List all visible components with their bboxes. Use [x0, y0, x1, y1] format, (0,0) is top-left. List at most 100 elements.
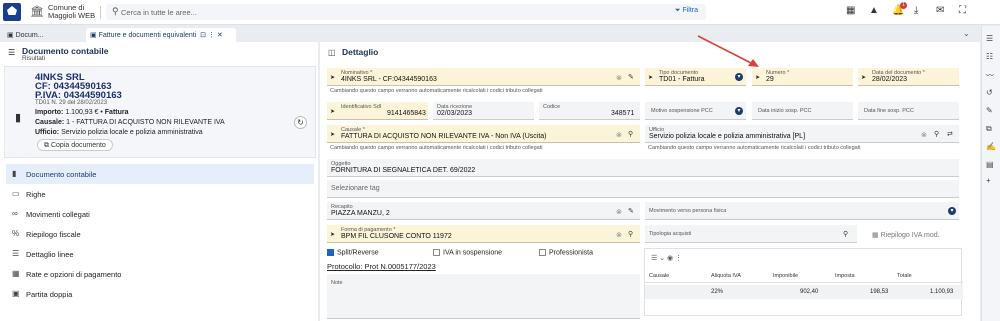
search-icon[interactable]: ⚲ [843, 230, 848, 238]
numero-field[interactable]: ➤ Numero * 29 [752, 68, 853, 86]
field-value: BPM FIL CLUSONE CONTO 11972 [341, 233, 452, 240]
clear-icon[interactable]: ⊗ [921, 131, 927, 139]
menu-item-rate-pagamento[interactable]: ▦ Rate e opzioni di pagamento [6, 264, 314, 284]
data-documento-field[interactable]: ➤ Data del documento * 28/02/2023 [858, 68, 959, 86]
forma-pagamento-field[interactable]: ➤ Forma di pagamento * BPM FIL CLUSONE C… [327, 225, 640, 243]
search-icon[interactable]: ⚲ [628, 230, 633, 238]
rail-pin-icon[interactable]: ✎ [986, 106, 993, 115]
download-icon[interactable]: ⤓ [914, 5, 918, 16]
grid-icon: ▦ [12, 269, 20, 278]
column-header[interactable]: Totale [897, 273, 912, 279]
apps-grid-icon[interactable]: ▦ [846, 5, 855, 16]
eye-icon[interactable]: ◉ [667, 255, 673, 262]
dropdown-icon[interactable]: ▾ [735, 107, 743, 115]
field-label: Identificativo SdI [341, 104, 382, 110]
menu-item-righe[interactable]: ▭ Righe [6, 184, 314, 204]
more-icon[interactable]: ⋮ [208, 32, 215, 39]
nominativo-field[interactable]: ➤ Nominativo * 4INKS SRL - CF:0434459016… [327, 68, 640, 86]
clear-icon[interactable]: ⊗ [616, 131, 622, 139]
rail-copy-icon[interactable]: ⧉ [986, 124, 992, 134]
professionista-checkbox[interactable]: Professionista [539, 249, 593, 256]
edit-icon[interactable]: ✎ [628, 73, 634, 81]
note-textarea[interactable]: Note [327, 274, 640, 319]
notification-badge: 1 [900, 2, 907, 9]
rows-icon: ▭ [12, 189, 20, 198]
split-reverse-checkbox[interactable]: Split/Reverse [327, 249, 379, 256]
chevron-down-icon[interactable]: ⌄ [963, 29, 970, 38]
clear-icon[interactable]: ⊗ [616, 74, 622, 82]
refresh-icon[interactable]: ↻ [294, 116, 307, 129]
clear-icon[interactable]: ⊗ [616, 231, 622, 239]
rail-history-icon[interactable]: ↺ [986, 88, 993, 97]
menu-item-partita-doppia[interactable]: ▣ Partita doppia [6, 284, 314, 304]
field-label: Note [331, 280, 343, 286]
column-header[interactable]: Causale [649, 273, 669, 279]
rail-doc-icon[interactable]: ▤ [986, 160, 994, 169]
supplier-name: 4INKS SRL CF: 04344590163 P.IVA: 0434459… [35, 73, 122, 101]
field-value: PIAZZA MANZU, 2 [331, 210, 390, 217]
checkbox-icon [539, 249, 546, 256]
more-icon[interactable]: ⋮ [675, 255, 682, 262]
sidebar-toggle-icon[interactable]: ◫ [328, 48, 336, 57]
pin-icon[interactable]: ⊡ [200, 32, 206, 39]
tab-bar: ▣ Docum... ▣ Fatture e documenti equival… [0, 26, 1000, 42]
data-fine-sosp-field[interactable]: Data fine sosp. PCC [858, 102, 959, 120]
edit-icon[interactable]: ✎ [628, 207, 634, 215]
rail-list-icon[interactable]: ☰ [986, 34, 993, 43]
menu-item-dettaglio-linee[interactable]: ☰ Dettaglio linee [6, 244, 314, 264]
menu-icon[interactable]: ☰ [8, 48, 15, 57]
clear-icon[interactable]: ⊗ [616, 208, 622, 216]
ufficio-field[interactable]: Ufficio Servizio polizia locale e polizi… [645, 125, 959, 143]
search-icon[interactable]: ⚲ [628, 130, 633, 138]
close-icon[interactable]: ✕ [217, 32, 223, 39]
menu-item-riepilogo-fiscale[interactable]: % Riepilogo fiscale [6, 224, 314, 244]
warning-icon[interactable]: ▲ [869, 5, 879, 16]
amount-line: Importo: 1.100,93 € • Fattura [35, 109, 129, 116]
column-header[interactable]: Imposta [835, 273, 855, 279]
field-value: FATTURA DI ACQUISTO NON RILEVANTE IVA - … [341, 133, 547, 140]
copy-document-button[interactable]: ⧉ Copia documento [37, 139, 113, 151]
tab-fatture[interactable]: ▣ Fatture e documenti equivalenti ⊡ ⋮ ✕ [86, 28, 236, 42]
global-search-input[interactable]: ⚲ Cerca in tutte le aree... ⏷ Filtra [106, 4, 706, 20]
column-header[interactable]: Imponibile [773, 273, 798, 279]
dropdown-icon[interactable]: ▾ [948, 207, 956, 215]
rail-edit-icon[interactable]: ✍ [986, 142, 996, 151]
ufficio-label: Ufficio: [35, 129, 60, 136]
table-row[interactable]: 22% 902,40 198,53 1.100,93 [645, 285, 963, 299]
menu-item-documento-contabile[interactable]: ▮ Documento contabile [6, 164, 314, 184]
arrow-icon: ➤ [755, 75, 761, 81]
detail-title: Dettaglio [342, 47, 379, 57]
comune-logo[interactable] [3, 3, 21, 21]
oggetto-field[interactable]: Oggetto FORNITURA DI SEGNALETICA DET. 69… [327, 159, 959, 177]
tab-documento[interactable]: ▣ Docum... [3, 28, 83, 42]
data-inizio-sosp-field[interactable]: Data inizio sosp. PCC [752, 102, 853, 120]
rail-add-icon[interactable]: + [986, 176, 991, 185]
dropdown-icon[interactable]: ▾ [735, 73, 743, 81]
motivo-sospensione-field[interactable]: Motivo sospensione PCC ▾ [645, 102, 746, 120]
tipo-documento-field[interactable]: ➤ Tipo documento TD01 - Fattura ▾ [645, 68, 746, 86]
rail-chart-icon[interactable]: 〰 [986, 70, 994, 81]
swap-icon[interactable]: ⇄ [947, 130, 953, 138]
tag-selector[interactable]: Selezionare tag [327, 180, 959, 198]
riepilogo-iva-toggle[interactable]: ▦ Riepilogo IVA mod. [872, 231, 940, 239]
movimento-persona-fisica-field[interactable]: Movimento verso persona fisica ▾ [645, 202, 959, 220]
menu-item-movimenti-collegati[interactable]: ∞ Movimenti collegati [6, 204, 314, 224]
tipologia-acquisti-field[interactable]: Tipologia acquisti ⚲ [645, 225, 857, 243]
table-header: Causale Aliquota IVA Imponibile Imposta … [645, 269, 963, 283]
iva-sospensione-checkbox[interactable]: IVA in sospensione [433, 249, 502, 256]
rail-settings-list-icon[interactable]: ☷ [986, 52, 993, 61]
calculator-icon: ▦ [872, 232, 879, 239]
search-icon[interactable]: ⚲ [934, 130, 939, 138]
causale-field[interactable]: ➤ Causale * FATTURA DI ACQUISTO NON RILE… [327, 125, 640, 143]
protocollo-link[interactable]: Protocollo: Prot N.0005177/2023 [327, 262, 436, 271]
identificativo-sdi-field[interactable]: ➤ Identificativo SdI 9141465843 [327, 102, 428, 120]
recapito-field[interactable]: Recapito PIAZZA MANZU, 2 ⊗ ✎ [327, 202, 640, 220]
fullscreen-icon[interactable]: ⛶ [959, 5, 966, 16]
filter-button[interactable]: ⏷ Filtra [675, 7, 698, 15]
mail-icon[interactable]: ✉ [936, 5, 944, 16]
column-header[interactable]: Aliquota IVA [711, 273, 741, 279]
list-icon[interactable]: ☰ [651, 255, 657, 262]
ufficio-value: Servizio polizia locale e polizia ammini… [61, 129, 203, 136]
field-value: 28/02/2023 [872, 76, 908, 83]
field-value: 9141465843 [387, 110, 426, 117]
